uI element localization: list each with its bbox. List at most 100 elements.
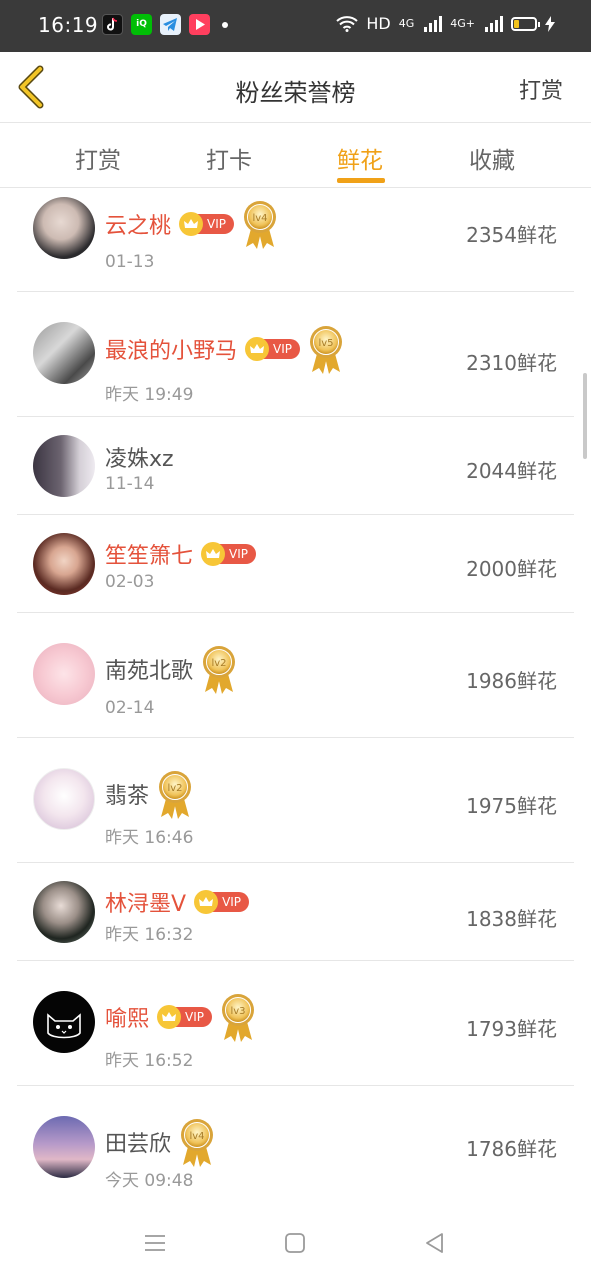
notification-dot-icon bbox=[222, 21, 228, 28]
flower-count: 2310鲜花 bbox=[466, 351, 557, 375]
timestamp: 11-14 bbox=[105, 474, 155, 494]
menu-icon[interactable] bbox=[142, 1230, 168, 1256]
tab-favorites[interactable]: 收藏 bbox=[469, 141, 515, 175]
svg-text:lv2: lv2 bbox=[167, 783, 182, 794]
status-app-icons: iQ bbox=[102, 14, 228, 35]
crown-icon bbox=[179, 212, 204, 236]
user-name: 笙笙箫七 bbox=[105, 544, 194, 569]
avatar bbox=[33, 1116, 95, 1178]
crown-icon bbox=[157, 1005, 182, 1029]
vip-badge: VIP bbox=[201, 542, 256, 566]
avatar bbox=[33, 991, 95, 1053]
flower-count: 2354鲜花 bbox=[466, 223, 557, 247]
svg-text:lv2: lv2 bbox=[211, 658, 226, 669]
tab-checkin[interactable]: 打卡 bbox=[206, 141, 252, 175]
avatar bbox=[33, 533, 95, 595]
signal-label-1: 4G bbox=[398, 17, 415, 30]
page-title: 粉丝荣誉榜 bbox=[235, 79, 356, 107]
iqiyi-icon: iQ bbox=[131, 14, 152, 35]
list-item[interactable]: 田芸欣 lv4 今天 09:48 1786鲜花 bbox=[17, 1086, 574, 1211]
list-item[interactable]: 喻熙 VIP lv3 昨天 16:52 1793鲜花 bbox=[17, 961, 574, 1086]
flower-count: 1793鲜花 bbox=[466, 1017, 557, 1041]
vip-badge: VIP bbox=[157, 1005, 212, 1029]
signal-bars-icon bbox=[424, 15, 443, 32]
cat-face-icon bbox=[47, 1013, 81, 1039]
avatar bbox=[33, 197, 95, 259]
signal-bars-icon bbox=[485, 15, 503, 32]
level-medal-icon: lv4 bbox=[244, 201, 276, 249]
user-name: 最浪的小野马 bbox=[105, 339, 238, 364]
avatar bbox=[33, 322, 95, 384]
avatar bbox=[33, 643, 95, 705]
level-medal-icon: lv3 bbox=[222, 994, 254, 1042]
flower-count: 1986鲜花 bbox=[466, 669, 557, 693]
level-medal-icon: lv2 bbox=[159, 771, 192, 819]
timestamp: 昨天 16:32 bbox=[105, 925, 194, 945]
user-name: 喻熙 bbox=[105, 1007, 150, 1032]
back-icon[interactable] bbox=[422, 1230, 448, 1256]
level-medal-icon: lv2 bbox=[203, 646, 236, 694]
video-app-icon bbox=[189, 14, 210, 35]
vip-badge: VIP bbox=[245, 337, 300, 361]
home-icon[interactable] bbox=[282, 1230, 308, 1256]
user-name: 南苑北歌 bbox=[105, 659, 194, 684]
timestamp: 02-03 bbox=[105, 572, 155, 592]
flower-count: 1838鲜花 bbox=[466, 907, 557, 931]
timestamp: 今天 09:48 bbox=[105, 1171, 194, 1191]
charging-icon bbox=[545, 15, 555, 32]
avatar bbox=[33, 881, 95, 943]
battery-icon bbox=[511, 16, 540, 31]
svg-text:lv4: lv4 bbox=[189, 1131, 204, 1142]
ranking-list: 云之桃 VIP lv4 01-13 2354鲜花 最浪的小野马 VIP lv5 … bbox=[0, 188, 591, 1211]
reward-button[interactable]: 打赏 bbox=[519, 73, 563, 105]
list-item[interactable]: 最浪的小野马 VIP lv5 昨天 19:49 2310鲜花 bbox=[17, 292, 574, 417]
list-item[interactable]: 南苑北歌 lv2 02-14 1986鲜花 bbox=[17, 613, 574, 738]
flower-count: 1975鲜花 bbox=[466, 794, 557, 818]
svg-text:lv4: lv4 bbox=[252, 213, 267, 224]
tab-reward[interactable]: 打赏 bbox=[75, 141, 121, 175]
telegram-icon bbox=[160, 14, 181, 35]
list-item[interactable]: 笙笙箫七 VIP 02-03 2000鲜花 bbox=[17, 515, 574, 613]
vip-badge: VIP bbox=[179, 212, 234, 236]
svg-text:lv3: lv3 bbox=[230, 1006, 245, 1017]
timestamp: 02-14 bbox=[105, 698, 155, 718]
signal-label-2: 4G+ bbox=[450, 17, 475, 30]
system-nav-bar bbox=[0, 1208, 591, 1280]
flower-count: 2044鲜花 bbox=[466, 459, 557, 483]
timestamp: 昨天 16:52 bbox=[105, 1051, 194, 1071]
timestamp: 昨天 19:49 bbox=[105, 385, 194, 405]
list-item[interactable]: 林浔墨V VIP 昨天 16:32 1838鲜花 bbox=[17, 863, 574, 961]
user-name: 林浔墨V bbox=[105, 892, 187, 917]
header: 粉丝荣誉榜 打赏 bbox=[0, 52, 591, 123]
user-name: 凌姝xz bbox=[105, 447, 174, 472]
svg-text:lv5: lv5 bbox=[318, 338, 333, 349]
timestamp: 昨天 16:46 bbox=[105, 828, 194, 848]
user-name: 云之桃 bbox=[105, 214, 172, 239]
user-name: 翡茶 bbox=[105, 784, 150, 809]
crown-icon bbox=[245, 337, 270, 361]
status-indicators: HD 4G 4G+ bbox=[336, 14, 555, 33]
level-medal-icon: lv4 bbox=[181, 1119, 214, 1167]
list-item[interactable]: 翡茶 lv2 昨天 16:46 1975鲜花 bbox=[17, 738, 574, 863]
scrollbar[interactable] bbox=[583, 373, 587, 459]
user-name: 田芸欣 bbox=[105, 1132, 172, 1157]
tab-flowers[interactable]: 鲜花 bbox=[337, 141, 383, 175]
hd-label: HD bbox=[366, 14, 391, 33]
status-time: 16:19 bbox=[38, 13, 99, 37]
active-tab-indicator bbox=[337, 178, 385, 183]
timestamp: 01-13 bbox=[105, 252, 155, 272]
vip-badge: VIP bbox=[194, 890, 250, 914]
crown-icon bbox=[194, 890, 219, 914]
status-bar: 16:19 iQ HD 4G 4G+ bbox=[0, 0, 591, 52]
tiktok-icon bbox=[102, 14, 123, 35]
avatar bbox=[33, 768, 95, 830]
wifi-icon bbox=[336, 15, 359, 32]
crown-icon bbox=[201, 542, 226, 566]
list-item[interactable]: 凌姝xz 11-14 2044鲜花 bbox=[17, 417, 574, 515]
flower-count: 1786鲜花 bbox=[466, 1137, 557, 1161]
tab-bar: 打赏 打卡 鲜花 收藏 bbox=[0, 123, 591, 188]
flower-count: 2000鲜花 bbox=[466, 557, 557, 581]
list-item[interactable]: 云之桃 VIP lv4 01-13 2354鲜花 bbox=[17, 188, 574, 292]
avatar bbox=[33, 435, 95, 497]
level-medal-icon: lv5 bbox=[310, 326, 342, 374]
